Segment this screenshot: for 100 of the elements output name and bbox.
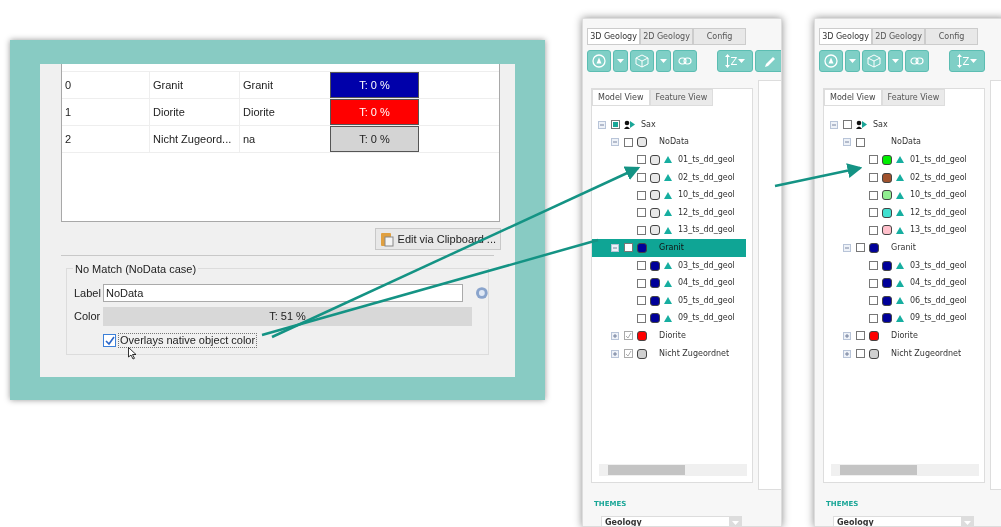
tab[interactable]: 3D Geology xyxy=(819,28,872,45)
checkbox-label[interactable]: Overlays native object color xyxy=(118,333,258,348)
tree-row[interactable]: Nicht Zugeordnet xyxy=(592,344,746,363)
triangle-icon xyxy=(664,191,672,199)
tree-checkbox[interactable] xyxy=(856,349,865,358)
tree-checkbox[interactable] xyxy=(869,278,878,288)
tree-checkbox[interactable] xyxy=(843,120,852,130)
horizontal-scrollbar[interactable] xyxy=(831,464,979,476)
tree-checkbox[interactable] xyxy=(856,243,865,253)
triangle-icon xyxy=(664,314,672,322)
tree-row[interactable]: Granit xyxy=(824,239,978,257)
checkbox[interactable] xyxy=(103,334,116,347)
tree-checkbox[interactable] xyxy=(856,137,865,147)
tab[interactable]: 2D Geology xyxy=(872,28,925,45)
edit-via-clipboard-button[interactable]: Edit via Clipboard ... xyxy=(374,228,501,250)
tree-checkbox[interactable] xyxy=(637,278,646,288)
tree-row[interactable]: Sax xyxy=(592,116,746,134)
tree-row[interactable]: 05_ts_dd_geol xyxy=(592,291,746,310)
horizontal-scrollbar[interactable] xyxy=(599,464,747,476)
tree-row[interactable]: NoData xyxy=(592,133,746,152)
tree-label: Nicht Zugeordnet xyxy=(659,347,730,360)
table-cell-text: Granit xyxy=(242,77,274,93)
tree-row[interactable]: 03_ts_dd_geol xyxy=(592,256,746,275)
tree-checkbox[interactable] xyxy=(637,313,646,323)
tree-checkbox[interactable] xyxy=(637,225,646,235)
color-bar[interactable]: T: 51 % xyxy=(103,307,472,326)
tree-checkbox[interactable] xyxy=(637,173,646,183)
tree-row[interactable]: Granit xyxy=(592,239,746,257)
tree-checkbox[interactable] xyxy=(624,137,633,147)
tree-row[interactable]: 02_ts_dd_geol xyxy=(592,168,746,187)
tree-row[interactable]: Sax xyxy=(824,116,978,134)
theme-select[interactable]: Geology xyxy=(601,515,742,526)
tree-checkbox[interactable] xyxy=(869,173,878,183)
expand-icon[interactable] xyxy=(611,349,619,358)
tab[interactable]: Config xyxy=(925,28,978,45)
tab[interactable]: Config xyxy=(693,28,746,45)
tree-row[interactable]: 10_ts_dd_geol xyxy=(592,186,746,204)
tab[interactable]: Model View xyxy=(592,89,650,106)
tree-checkbox[interactable] xyxy=(869,296,878,306)
tree-row[interactable]: 09_ts_dd_geol xyxy=(592,309,746,328)
tree-row[interactable]: 09_ts_dd_geol xyxy=(824,309,978,328)
table-cell: 2 xyxy=(62,126,150,152)
tree-checkbox[interactable] xyxy=(869,261,878,271)
collapse-icon[interactable] xyxy=(611,243,619,252)
tree-row[interactable]: 03_ts_dd_geol xyxy=(824,256,978,275)
tree-row[interactable]: 06_ts_dd_geol xyxy=(824,291,978,310)
tree-row[interactable]: 04_ts_dd_geol xyxy=(824,274,978,292)
tree-checkbox[interactable] xyxy=(637,190,646,200)
tab[interactable]: 3D Geology xyxy=(587,28,640,45)
tree-checkbox[interactable] xyxy=(869,155,878,165)
tree-label: Diorite xyxy=(891,329,918,342)
tab[interactable]: 2D Geology xyxy=(640,28,693,45)
tree-row[interactable]: 01_ts_dd_geol xyxy=(824,151,978,169)
tree-row[interactable]: 12_ts_dd_geol xyxy=(592,203,746,222)
tree-label: 01_ts_dd_geol xyxy=(678,154,735,166)
tree-checkbox[interactable] xyxy=(869,313,878,323)
triangle-icon xyxy=(896,156,904,164)
tab[interactable]: Feature View xyxy=(881,89,946,106)
triangle-icon xyxy=(664,262,672,270)
tree-checkbox[interactable] xyxy=(869,208,878,218)
tab[interactable]: Feature View xyxy=(649,89,714,106)
expand-icon[interactable] xyxy=(843,349,851,358)
tree-row[interactable]: 13_ts_dd_geol xyxy=(824,221,978,240)
theme-select[interactable]: Geology xyxy=(833,515,974,526)
tree-row[interactable]: Diorite xyxy=(592,327,746,345)
tree-checkbox[interactable] xyxy=(869,225,878,235)
expand-icon[interactable] xyxy=(843,331,851,340)
tree-row[interactable]: 01_ts_dd_geol xyxy=(592,151,746,169)
table-cell-text: na xyxy=(242,131,257,147)
tree-checkbox[interactable] xyxy=(637,208,646,218)
tree-checkbox[interactable] xyxy=(624,349,633,358)
tree-row[interactable]: Nicht Zugeordnet xyxy=(824,344,978,363)
tree-label: 06_ts_dd_geol xyxy=(910,294,967,307)
expand-icon[interactable] xyxy=(611,331,619,340)
tree-checkbox[interactable] xyxy=(856,331,865,341)
tree-checkbox[interactable] xyxy=(611,120,620,130)
tree-checkbox[interactable] xyxy=(637,296,646,306)
tree-row[interactable]: 02_ts_dd_geol xyxy=(824,168,978,187)
tree-checkbox[interactable] xyxy=(869,190,878,200)
tree-row[interactable]: 10_ts_dd_geol xyxy=(824,186,978,204)
tree-label: 10_ts_dd_geol xyxy=(678,189,735,202)
caret-icon xyxy=(970,59,978,63)
tree-checkbox[interactable] xyxy=(624,331,633,341)
tab[interactable]: Model View xyxy=(824,89,882,106)
tree-row[interactable]: 13_ts_dd_geol xyxy=(592,221,746,240)
vertical-arrows-icon xyxy=(724,54,730,68)
tree-label: Sax xyxy=(873,118,888,131)
color-swatch-cell[interactable]: T: 0 % xyxy=(330,72,419,98)
tree-checkbox[interactable] xyxy=(637,261,646,271)
tree-checkbox[interactable] xyxy=(637,155,646,165)
tree-row[interactable]: 04_ts_dd_geol xyxy=(592,274,746,292)
tree-checkbox[interactable] xyxy=(624,243,633,253)
pencil-icon xyxy=(763,54,777,68)
label-input-field[interactable]: NoData xyxy=(103,284,464,302)
tree-row[interactable]: NoData xyxy=(824,133,978,152)
tree-row[interactable]: Diorite xyxy=(824,327,978,345)
people-icon xyxy=(624,120,635,130)
color-swatch-cell[interactable]: T: 0 % xyxy=(330,99,419,125)
tree-row[interactable]: 12_ts_dd_geol xyxy=(824,203,978,222)
color-swatch-cell[interactable]: T: 0 % xyxy=(330,126,419,152)
